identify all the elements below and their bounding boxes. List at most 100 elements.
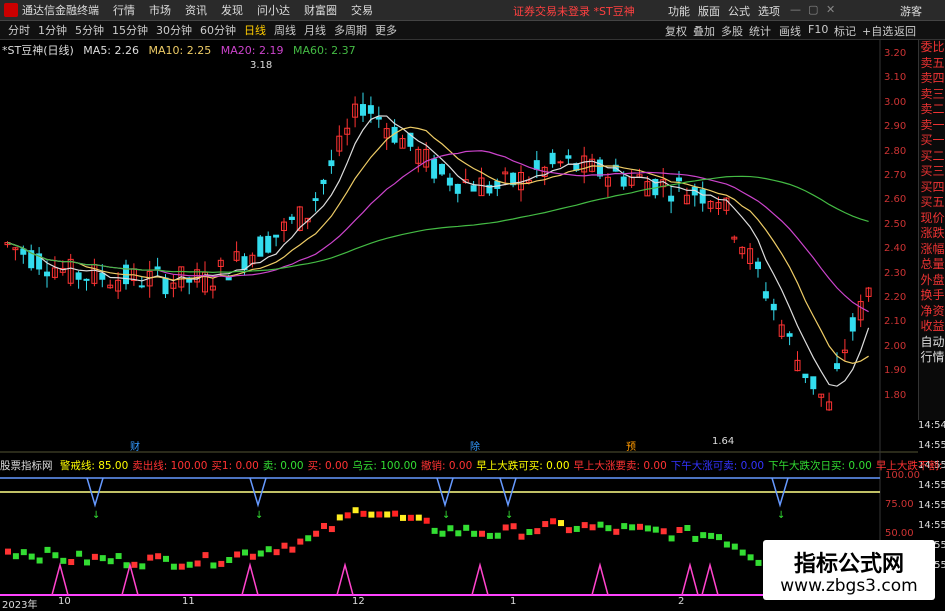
indicator-bar bbox=[676, 527, 683, 534]
indicator-bar bbox=[542, 521, 549, 528]
candle-body bbox=[138, 285, 145, 288]
indicator-field: 警戒线: 85.00 bbox=[59, 460, 129, 472]
side-panel-item[interactable]: 涨幅 bbox=[919, 242, 945, 258]
indicator-bar bbox=[297, 538, 304, 545]
side-panel-item[interactable]: 外盘 bbox=[919, 273, 945, 289]
side-panel-item[interactable]: 行情 bbox=[919, 350, 945, 366]
indicator-bar bbox=[692, 535, 699, 542]
watermark-url: www.zbgs3.com bbox=[780, 576, 918, 596]
indicator-bar bbox=[163, 555, 169, 562]
price-tick: 2.30 bbox=[884, 267, 907, 279]
indicator-bar bbox=[234, 551, 241, 558]
candle-body bbox=[288, 216, 295, 221]
indicator-bar bbox=[407, 514, 414, 521]
candle-body bbox=[83, 278, 90, 281]
indicator-field: 早上大跌可买: 0.00 bbox=[476, 460, 570, 472]
indicator-bar bbox=[265, 546, 272, 553]
indicator-bar bbox=[431, 527, 438, 534]
side-panel-item[interactable]: 卖五 bbox=[919, 56, 945, 72]
side-panel-item[interactable]: 涨跌 bbox=[919, 226, 945, 242]
side-panel-item[interactable]: 换手 bbox=[919, 288, 945, 304]
indicator-tick: 75.00 bbox=[885, 499, 914, 510]
indicator-bar bbox=[273, 549, 280, 556]
indicator-bar bbox=[644, 525, 651, 532]
side-panel-item[interactable]: 买四 bbox=[919, 180, 945, 196]
candle-body bbox=[75, 272, 82, 280]
side-panel-item[interactable]: 自动 bbox=[919, 335, 945, 351]
side-panel-item[interactable]: 现价 bbox=[919, 211, 945, 227]
side-panel-item[interactable]: 卖四 bbox=[919, 71, 945, 87]
indicator-bar bbox=[5, 548, 11, 555]
indicator-field: 下午大跌次日买: 0.00 bbox=[768, 460, 872, 472]
side-panel-item[interactable]: 买五 bbox=[919, 195, 945, 211]
time-tick: 14:55 bbox=[918, 520, 945, 531]
candle-body bbox=[273, 234, 280, 238]
side-panel-item[interactable]: 收益 bbox=[919, 319, 945, 335]
indicator-bar bbox=[360, 510, 367, 517]
price-tick: 1.80 bbox=[884, 389, 907, 401]
candle-body bbox=[431, 158, 438, 179]
date-tick: 10 bbox=[58, 596, 71, 607]
ma-line bbox=[7, 150, 869, 313]
candle-body bbox=[257, 236, 264, 257]
signal-spike bbox=[121, 562, 139, 596]
price-tick: 2.50 bbox=[884, 218, 907, 230]
indicator-bar bbox=[12, 553, 19, 560]
indicator-bar bbox=[352, 507, 359, 514]
side-panel-item[interactable]: 买一 bbox=[919, 133, 945, 149]
date-tick: 1 bbox=[510, 596, 517, 607]
indicator-bar bbox=[502, 524, 509, 531]
buy-arrow: ↓ bbox=[505, 510, 513, 521]
indicator-bar bbox=[20, 549, 27, 556]
event-marker: 预 bbox=[626, 441, 636, 453]
side-panel-item[interactable]: 委比 bbox=[919, 40, 945, 56]
side-panel-item[interactable]: 买三 bbox=[919, 164, 945, 180]
indicator-bar bbox=[589, 524, 596, 531]
indicator-bar bbox=[321, 522, 327, 529]
time-tick: 14:55 bbox=[918, 440, 945, 451]
side-panel-item[interactable]: 买二 bbox=[919, 149, 945, 165]
candle-body bbox=[755, 261, 761, 270]
candle-body bbox=[834, 363, 840, 370]
indicator-bar bbox=[558, 520, 564, 527]
high-price-label: 3.18 bbox=[250, 60, 272, 71]
signal-spike bbox=[681, 562, 699, 596]
indicator-bar bbox=[486, 532, 493, 539]
signal-spike bbox=[51, 562, 69, 596]
indicator-bar bbox=[660, 528, 667, 535]
side-panel-item[interactable]: 总量 bbox=[919, 257, 945, 273]
kline-chart[interactable]: 3.18 1.64 财 除 预 ↓ ↓ ↓ ↓ ↓ bbox=[0, 0, 918, 609]
indicator-bar bbox=[526, 529, 533, 536]
side-panel-item[interactable]: 卖三 bbox=[919, 87, 945, 103]
indicator-field: 撤销: 0.00 bbox=[421, 460, 473, 472]
indicator-bar bbox=[368, 511, 375, 518]
indicator-bar bbox=[400, 514, 406, 521]
side-panel-item[interactable]: 卖二 bbox=[919, 102, 945, 118]
indicator-bar bbox=[463, 524, 470, 531]
candle-body bbox=[265, 235, 272, 253]
side-panel-item[interactable]: 卖一 bbox=[919, 118, 945, 134]
indicator-bar bbox=[755, 559, 762, 566]
price-tick: 1.90 bbox=[884, 365, 907, 377]
candle-body bbox=[446, 177, 453, 186]
indicator-bar bbox=[281, 542, 288, 549]
indicator-bar bbox=[708, 532, 715, 539]
indicator-bar bbox=[139, 563, 146, 570]
quote-side-panel[interactable]: 委比 卖五 卖四 卖三 卖二 卖一 买一 买二 买三 买四 买五 现价 涨跌 涨幅 总量 外盘 换手 净资 收益 自动… bbox=[918, 40, 945, 420]
candle-body bbox=[494, 180, 501, 189]
candle-body bbox=[802, 373, 809, 379]
indicator-bar bbox=[131, 561, 138, 568]
indicator-bar bbox=[494, 532, 501, 539]
candle-body bbox=[439, 163, 445, 175]
indicator-bar bbox=[210, 562, 217, 569]
indicator-bar bbox=[652, 526, 659, 533]
indicator-name[interactable]: 股票指标网 bbox=[0, 460, 53, 472]
candle-body bbox=[699, 189, 706, 204]
price-tick: 2.90 bbox=[884, 121, 907, 133]
side-panel-item[interactable]: 净资 bbox=[919, 304, 945, 320]
indicator-bar bbox=[76, 550, 83, 557]
indicator-bar bbox=[28, 553, 35, 560]
indicator-tick: 100.00 bbox=[885, 470, 920, 481]
indicator-bar bbox=[376, 511, 383, 518]
candle-body bbox=[620, 176, 627, 187]
